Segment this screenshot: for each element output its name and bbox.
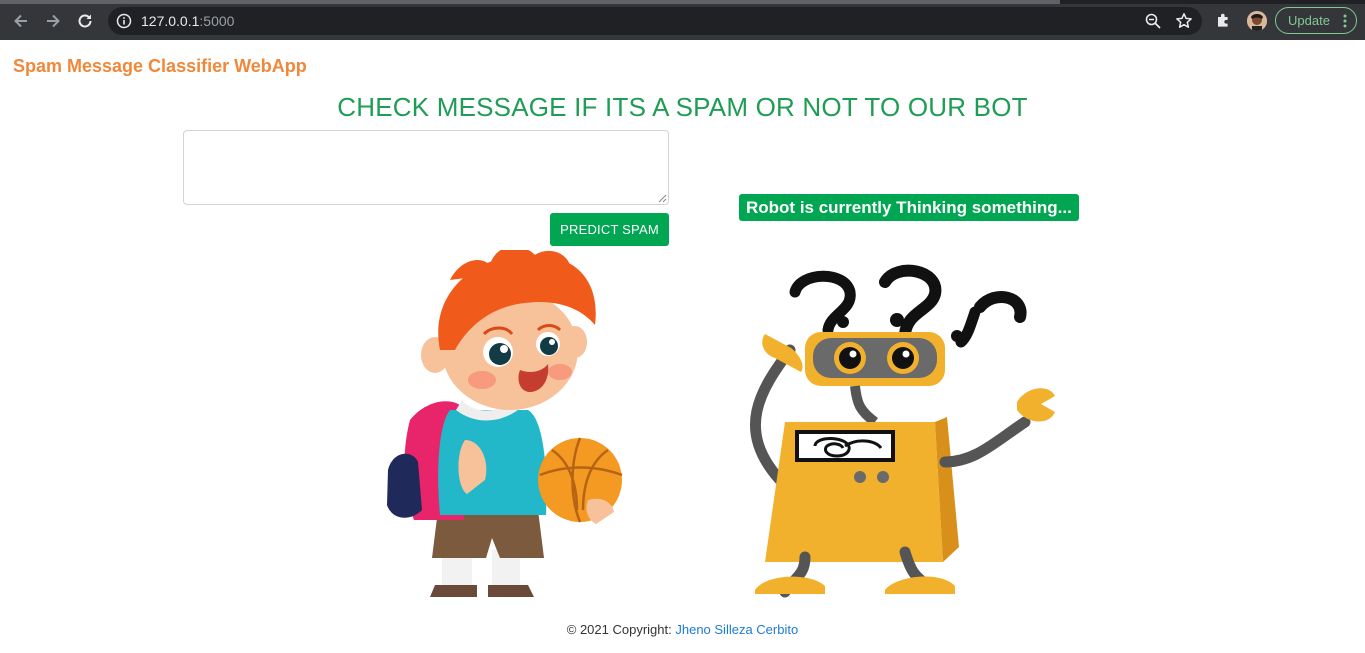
tab-strip [0, 0, 1365, 4]
zoom-icon[interactable] [1144, 12, 1162, 30]
update-label: Update [1288, 13, 1330, 28]
star-icon[interactable] [1175, 12, 1193, 30]
update-button[interactable]: Update [1275, 7, 1357, 34]
back-arrow-icon[interactable] [10, 10, 32, 32]
footer: © 2021 Copyright: Jheno Silleza Cerbito [0, 622, 1365, 637]
more-vert-icon [1343, 14, 1347, 28]
extensions-icon[interactable] [1215, 11, 1233, 29]
forward-arrow-icon[interactable] [42, 10, 64, 32]
url-host: 127.0.0.1 [141, 13, 200, 29]
avatar[interactable] [1247, 11, 1267, 31]
browser-toolbar: 127.0.0.1:5000 Update [0, 0, 1365, 40]
navbar-brand[interactable]: Spam Message Classifier WebApp [13, 56, 307, 77]
author-link[interactable]: Jheno Silleza Cerbito [675, 622, 798, 637]
page-headline: CHECK MESSAGE IF ITS A SPAM OR NOT TO OU… [337, 92, 1028, 122]
robot-status-badge: Robot is currently Thinking something... [739, 194, 1079, 221]
info-icon[interactable] [116, 13, 132, 29]
message-input[interactable] [183, 130, 669, 205]
url-port: :5000 [199, 13, 235, 29]
url-text: 127.0.0.1:5000 [141, 13, 234, 29]
resize-grip-icon[interactable] [658, 194, 667, 203]
address-bar[interactable]: 127.0.0.1:5000 [108, 7, 1202, 35]
reload-icon[interactable] [74, 10, 96, 32]
predict-spam-button[interactable]: PREDICT SPAM [550, 213, 669, 246]
thinking-robot-illustration [749, 264, 1055, 598]
boy-with-basketball-illustration [387, 250, 623, 597]
copyright-text: © 2021 Copyright: [566, 622, 676, 637]
